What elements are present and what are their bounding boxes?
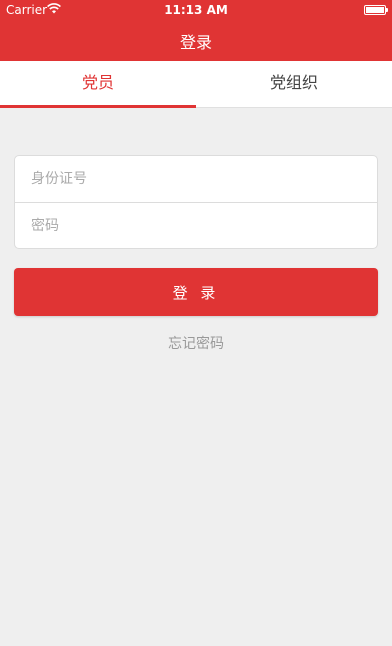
tab-party-member[interactable]: 党员	[0, 61, 196, 107]
battery-icon	[364, 5, 388, 15]
page-title: 登录	[179, 33, 212, 52]
login-form	[14, 155, 378, 249]
forgot-password-link[interactable]: 忘记密码	[0, 333, 392, 353]
status-time: 11:13 AM	[164, 3, 228, 17]
id-number-input[interactable]	[15, 156, 377, 202]
active-tab-indicator	[0, 105, 196, 108]
top-bar: Carrier 11:13 AM 登录	[0, 0, 392, 61]
password-field-wrapper	[15, 203, 377, 249]
password-input[interactable]	[15, 203, 377, 249]
tab-party-organization[interactable]: 党组织	[196, 61, 392, 107]
status-bar: Carrier 11:13 AM	[0, 0, 392, 20]
tab-bar: 党员 党组织	[0, 61, 392, 108]
login-button[interactable]: 登 录	[14, 268, 378, 316]
id-number-field-wrapper	[15, 156, 377, 202]
